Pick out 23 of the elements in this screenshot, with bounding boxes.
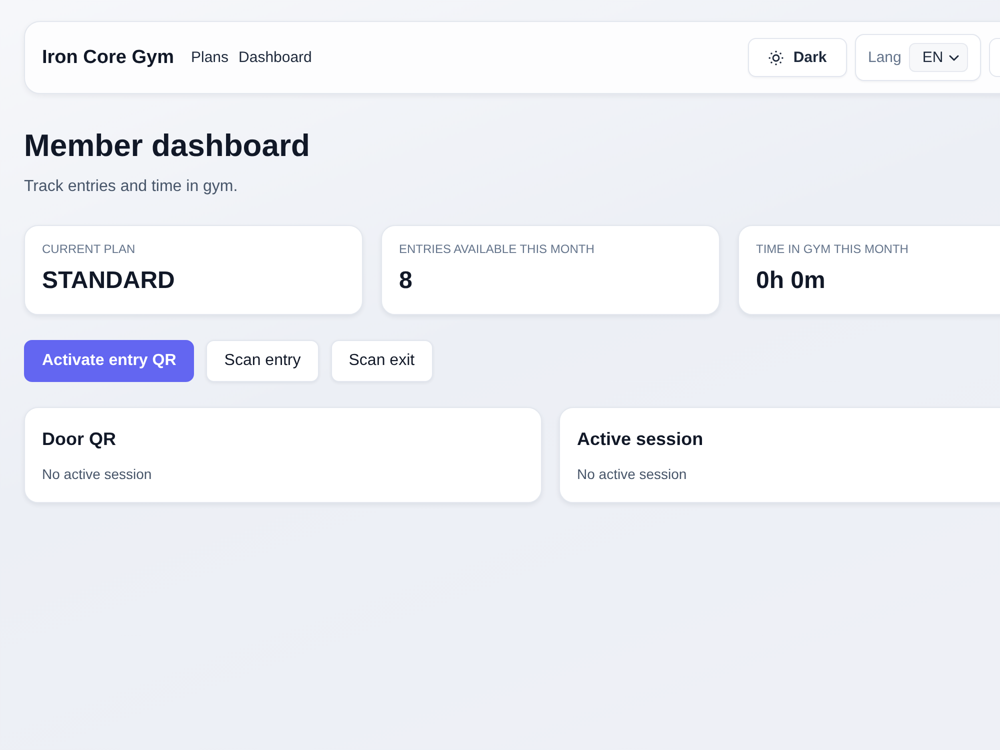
- stat-value: 8: [399, 267, 412, 295]
- page-subtitle: Track entries and time in gym.: [24, 177, 238, 197]
- action-button[interactable]: Activate entry QR: [24, 340, 194, 382]
- chevron-down-icon: [949, 54, 960, 60]
- language-label: Lang: [868, 49, 902, 66]
- panel-status-text: No active session: [42, 465, 152, 483]
- gym-brand-name: Iron Core Gym: [42, 46, 174, 68]
- panel-title: Active session: [577, 428, 704, 450]
- stat-value: STANDARD: [42, 267, 175, 295]
- action-button[interactable]: Scan exit: [330, 340, 433, 382]
- panel-status-text: No active session: [577, 465, 687, 483]
- stat-label: ENTRIES AVAILABLE THIS MONTH: [399, 242, 594, 256]
- panel-title: Door QR: [42, 428, 116, 450]
- page-title: Member dashboard: [24, 128, 310, 164]
- action-button[interactable]: Scan entry: [206, 340, 319, 382]
- sun-icon: [768, 50, 784, 66]
- stat-value: 0h 0m: [756, 267, 826, 295]
- language-select[interactable]: EN: [909, 43, 968, 72]
- nav-link[interactable]: Dashboard: [238, 49, 312, 66]
- stat-label: CURRENT PLAN: [42, 242, 136, 256]
- theme-toggle-button[interactable]: Dark: [748, 38, 847, 77]
- stat-label: TIME IN GYM THIS MONTH: [756, 242, 908, 256]
- nav-link[interactable]: Plans: [190, 49, 229, 66]
